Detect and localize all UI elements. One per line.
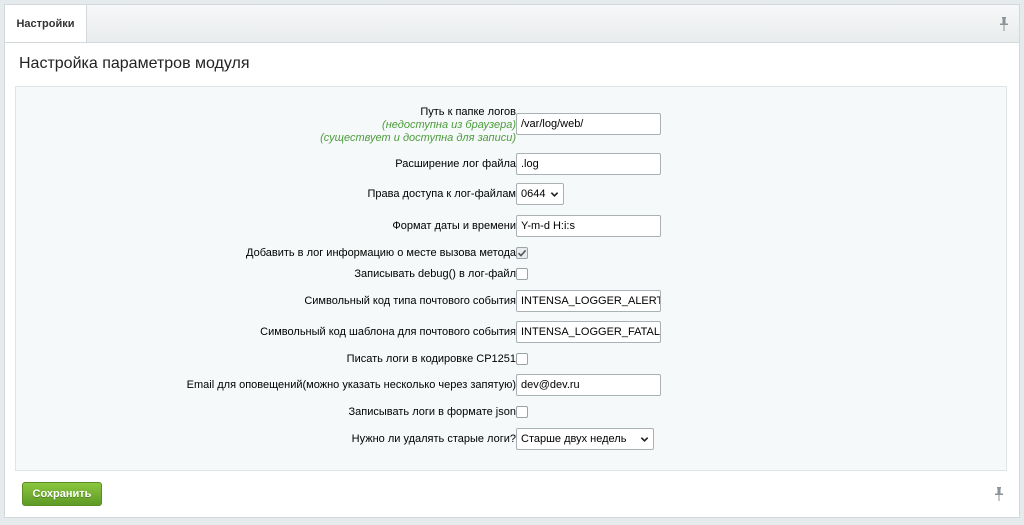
call-info-label: Добавить в лог информацию о месте вызова…	[246, 247, 516, 259]
settings-panel: Настройка параметров модуля Путь к папке…	[4, 42, 1020, 518]
event-type-label: Символьный код типа почтового события	[304, 295, 516, 307]
cp1251-label: Писать логи в кодировке CP1251	[346, 353, 516, 365]
perms-label: Права доступа к лог-файлам	[367, 188, 516, 200]
delete-old-value: Старше двух недель	[521, 433, 627, 445]
log-path-note-1: (недоступна из браузера)	[382, 119, 516, 131]
chevron-down-icon	[640, 436, 649, 442]
pin-icon[interactable]	[999, 17, 1009, 31]
date-format-label: Формат даты и времени	[392, 220, 516, 232]
debug-label: Записывать debug() в лог-файл	[354, 268, 516, 280]
email-label: Email для оповещений(можно указать неско…	[186, 379, 516, 391]
save-button[interactable]: Сохранить	[22, 482, 102, 506]
tab-settings[interactable]: Настройки	[5, 5, 87, 43]
perms-value: 0644	[521, 188, 546, 200]
json-checkbox[interactable]	[516, 406, 528, 418]
event-type-input[interactable]: INTENSA_LOGGER_ALERT	[516, 290, 661, 312]
tab-strip: Настройки	[4, 4, 1020, 43]
delete-old-label: Нужно ли удалять старые логи?	[351, 433, 516, 445]
check-icon	[517, 249, 527, 257]
cp1251-checkbox[interactable]	[516, 353, 528, 365]
log-ext-input[interactable]: .log	[516, 153, 661, 175]
pin-icon[interactable]	[994, 487, 1004, 501]
debug-checkbox[interactable]	[516, 268, 528, 280]
log-path-label: Путь к папке логов (недоступна из браузе…	[320, 106, 516, 144]
template-label: Символьный код шаблона для почтового соб…	[260, 326, 516, 338]
chevron-down-icon	[550, 191, 559, 197]
log-ext-label: Расширение лог файла	[395, 158, 516, 170]
email-input[interactable]: dev@dev.ru	[516, 374, 661, 396]
log-path-note-2: (существует и доступна для записи)	[320, 132, 516, 144]
template-input[interactable]: INTENSA_LOGGER_FATAL_	[516, 321, 661, 343]
date-format-input[interactable]: Y-m-d H:i:s	[516, 215, 661, 237]
json-label: Записывать логи в формате json	[348, 406, 516, 418]
log-path-input[interactable]: /var/log/web/	[516, 113, 661, 135]
call-info-checkbox[interactable]	[516, 247, 528, 259]
perms-select[interactable]: 0644	[516, 183, 564, 205]
settings-form: Путь к папке логов (недоступна из браузе…	[15, 86, 1007, 471]
page-title: Настройка параметров модуля	[19, 55, 250, 72]
settings-page: Настройки Настройка параметров модуля Пу…	[0, 0, 1024, 525]
delete-old-select[interactable]: Старше двух недель	[516, 428, 654, 450]
